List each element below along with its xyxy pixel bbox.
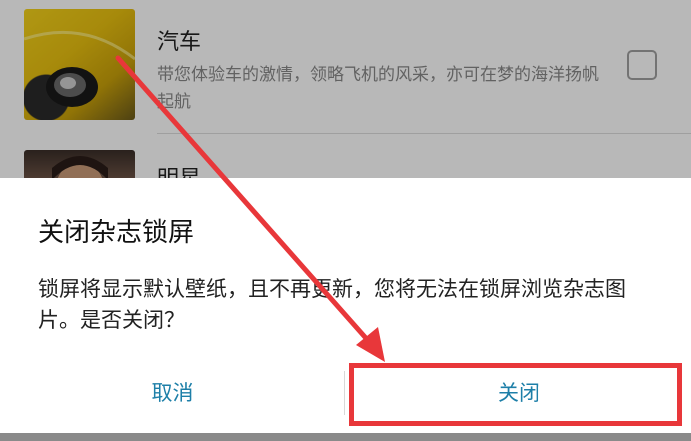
button-separator <box>344 371 345 415</box>
dialog-message: 锁屏将显示默认壁纸，且不再更新，您将无法在锁屏浏览杂志图片。是否关闭？ <box>38 277 626 332</box>
baidu-watermark: Baidu经验 <box>536 384 658 409</box>
baidu-watermark-url: jingyan.baidu.com <box>546 408 648 421</box>
bottom-strip <box>0 433 691 441</box>
dialog-title: 关闭杂志锁屏 <box>38 218 195 248</box>
cancel-button[interactable]: 取消 <box>0 361 345 423</box>
screen: 汽车 带您体验车的激情，领略飞机的风采，亦可在梦的海洋扬帆起航 明星 关闭杂志锁… <box>0 0 691 441</box>
